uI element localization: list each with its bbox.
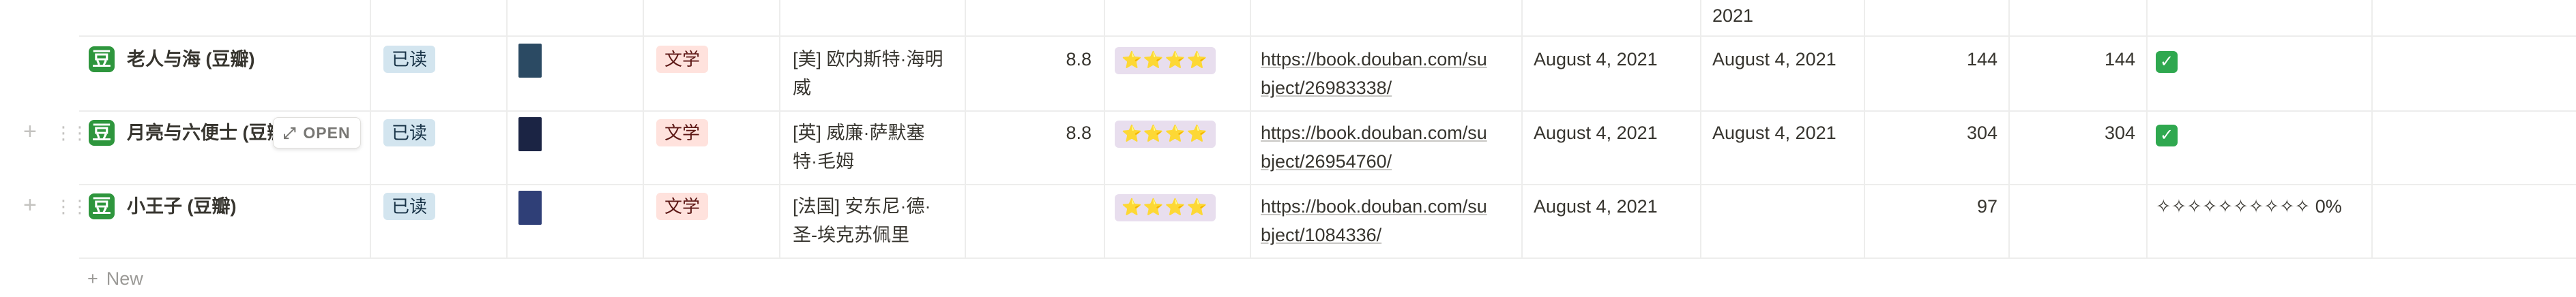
author-cell[interactable]: [英] 威廉·萨默塞 特·毛姆 — [793, 119, 956, 176]
author-line: [英] 威廉·萨默塞 — [793, 123, 925, 143]
category-cell[interactable]: 文学 — [656, 119, 709, 147]
read-date-cell: 2021 — [1712, 5, 1754, 26]
status-cell[interactable]: 已读 — [383, 119, 436, 147]
book-title-cell[interactable]: 豆 月亮与六便士 (豆瓣) — [89, 119, 291, 147]
douban-icon: 豆 — [89, 46, 115, 72]
rating-cell[interactable]: ⭐⭐⭐⭐ — [1115, 192, 1216, 221]
douban-icon: 豆 — [89, 120, 115, 146]
column-divider — [370, 0, 371, 259]
book-url-link[interactable]: bject/26954760/ — [1261, 147, 1513, 176]
category-cell[interactable]: 文学 — [656, 192, 709, 221]
new-row-label: New — [106, 268, 143, 289]
author-line: 圣-埃克苏佩里 — [793, 225, 909, 245]
author-cell[interactable]: [美] 欧内斯特·海明 威 — [793, 45, 956, 102]
book-url-link[interactable]: https://book.douban.com/su — [1261, 119, 1513, 147]
status-badge: 已读 — [383, 46, 436, 73]
plus-icon: + — [87, 268, 98, 289]
row-divider — [79, 35, 2576, 37]
rating-cell[interactable]: ⭐⭐⭐⭐ — [1115, 119, 1216, 148]
book-url-link[interactable]: bject/26983338/ — [1261, 74, 1513, 102]
pages-cell[interactable]: 304 — [1869, 119, 1997, 147]
date-added-cell[interactable]: August 4, 2021 — [1534, 45, 1658, 74]
column-divider — [779, 0, 780, 259]
book-cover-image[interactable] — [518, 191, 542, 225]
douban-icon: 豆 — [89, 193, 115, 219]
status-cell[interactable]: 已读 — [383, 192, 436, 221]
book-url-link[interactable]: https://book.douban.com/su — [1261, 192, 1513, 221]
column-divider — [2371, 0, 2373, 259]
author-line: [美] 欧内斯特·海明 — [793, 49, 943, 69]
status-badge: 已读 — [383, 193, 436, 220]
rating-badge: ⭐⭐⭐⭐ — [1115, 47, 1216, 74]
pages-cell[interactable]: 144 — [1869, 45, 1997, 74]
row-divider — [79, 257, 2576, 259]
new-row-button[interactable]: + New — [87, 268, 143, 290]
done-cell[interactable]: ✓ — [2156, 46, 2178, 75]
column-divider — [643, 0, 644, 259]
column-divider — [1864, 0, 1865, 259]
expand-icon: ⤢ — [283, 123, 297, 142]
column-divider — [2146, 0, 2148, 259]
pages-read-cell[interactable]: 304 — [2012, 119, 2135, 147]
category-badge: 文学 — [656, 193, 709, 220]
add-row-icon[interactable]: + — [23, 120, 37, 143]
url-cell[interactable]: https://book.douban.com/su bject/1084336… — [1261, 192, 1513, 249]
column-divider — [2008, 0, 2010, 259]
open-row-button[interactable]: ⤢ OPEN — [273, 117, 361, 148]
column-divider — [1521, 0, 1523, 259]
column-divider — [1104, 0, 1105, 259]
pages-read-cell[interactable]: 144 — [2012, 45, 2135, 74]
progress-cell[interactable]: ✧✧✧✧✧✧✧✧✧✧ 0% — [2156, 192, 2342, 221]
status-badge: 已读 — [383, 119, 436, 146]
status-cell[interactable]: 已读 — [383, 45, 436, 74]
column-divider — [506, 0, 508, 259]
rating-badge: ⭐⭐⭐⭐ — [1115, 194, 1216, 221]
author-line: [法国] 安东尼·德· — [793, 196, 931, 217]
author-line: 威 — [793, 78, 811, 98]
date-read-cell[interactable]: August 4, 2021 — [1712, 45, 1836, 74]
book-title: 老人与海 (豆瓣) — [127, 49, 255, 69]
column-divider — [1250, 0, 1251, 259]
book-title: 小王子 (豆瓣) — [127, 196, 237, 217]
category-badge: 文学 — [656, 46, 709, 73]
done-cell[interactable]: ✓ — [2156, 120, 2178, 148]
book-title-cell[interactable]: 豆 老人与海 (豆瓣) — [89, 45, 254, 74]
book-url-link[interactable]: https://book.douban.com/su — [1261, 45, 1513, 74]
drag-handle-icon[interactable]: ⋮⋮ — [55, 195, 89, 218]
book-title: 月亮与六便士 (豆瓣) — [127, 123, 292, 143]
date-added-cell[interactable]: August 4, 2021 — [1534, 192, 1658, 221]
category-cell[interactable]: 文学 — [656, 45, 709, 74]
row-divider — [79, 184, 2576, 185]
pages-cell[interactable]: 97 — [1869, 192, 1997, 221]
book-title-cell[interactable]: 豆 小王子 (豆瓣) — [89, 192, 236, 221]
add-row-icon[interactable]: + — [23, 193, 37, 217]
row-divider — [79, 110, 2576, 112]
column-divider — [965, 0, 966, 259]
score-cell[interactable]: 8.8 — [976, 119, 1092, 147]
author-line: 特·毛姆 — [793, 151, 854, 172]
date-read-cell[interactable]: August 4, 2021 — [1712, 119, 1836, 147]
url-cell[interactable]: https://book.douban.com/su bject/2695476… — [1261, 119, 1513, 176]
author-cell[interactable]: [法国] 安东尼·德· 圣-埃克苏佩里 — [793, 192, 956, 249]
book-cover-image[interactable] — [518, 44, 542, 78]
open-label: OPEN — [303, 123, 351, 142]
rating-cell[interactable]: ⭐⭐⭐⭐ — [1115, 45, 1216, 74]
checkmark-icon: ✓ — [2156, 125, 2178, 146]
drag-handle-icon[interactable]: ⋮⋮ — [55, 121, 89, 144]
date-added-cell[interactable]: August 4, 2021 — [1534, 119, 1658, 147]
book-url-link[interactable]: bject/1084336/ — [1261, 221, 1513, 249]
url-cell[interactable]: https://book.douban.com/su bject/2698333… — [1261, 45, 1513, 102]
book-cover-image[interactable] — [518, 117, 542, 151]
checkmark-icon: ✓ — [2156, 51, 2178, 73]
rating-badge: ⭐⭐⭐⭐ — [1115, 121, 1216, 148]
category-badge: 文学 — [656, 119, 709, 146]
score-cell[interactable]: 8.8 — [976, 45, 1092, 74]
column-divider — [1700, 0, 1701, 259]
